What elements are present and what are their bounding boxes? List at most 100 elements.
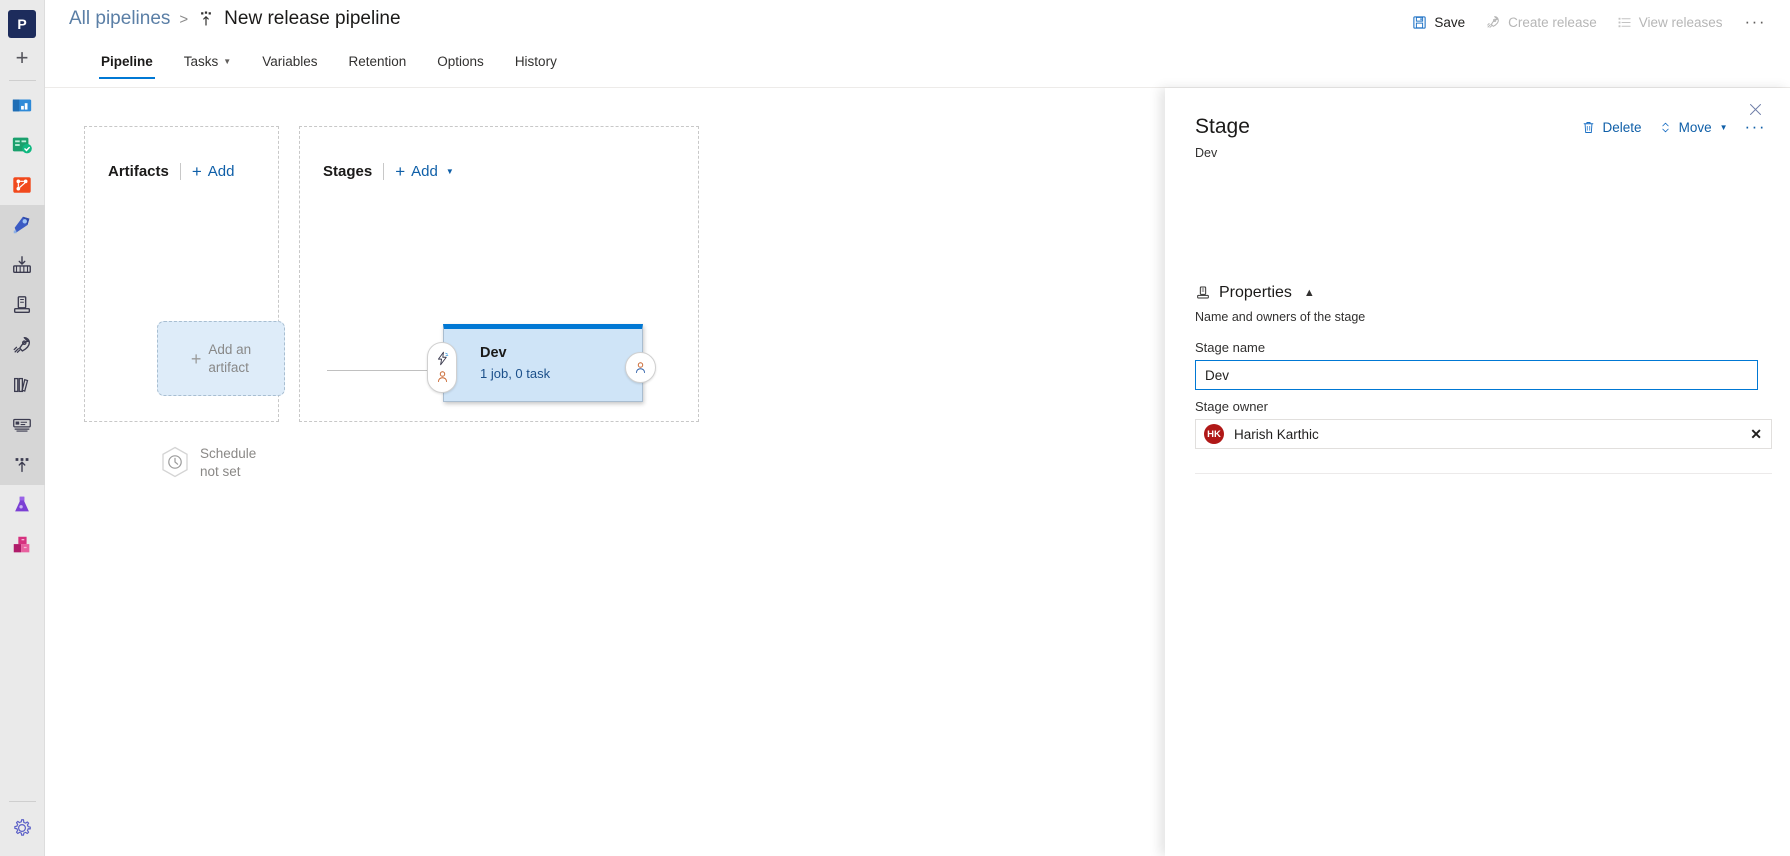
sidebar-item-pipelines[interactable] [0,205,45,245]
panel-actions: Delete Move ▼ ··· [1581,117,1766,137]
move-updown-icon [1661,122,1669,132]
sidebar-item-deployment-pools[interactable] [0,445,45,485]
move-stage-button[interactable]: Move ▼ [1659,120,1728,135]
tab-options-label: Options [437,54,484,69]
pre-deployment-conditions-button[interactable] [427,342,457,393]
breadcrumb-separator: > [179,10,189,28]
releases-icon [13,296,31,314]
schedule-trigger-button[interactable]: Schedule not set [160,445,256,480]
rail-bottom-divider [8,801,36,802]
chevron-down-icon: ▼ [1719,122,1728,132]
sidebar-item-deployment-groups[interactable] [0,325,45,365]
overview-icon [12,99,32,112]
stage-card-dev[interactable]: Dev 1 job, 0 task [443,324,643,402]
tab-history-label: History [514,54,557,69]
artifact-stage-connector [327,370,437,371]
sidebar-item-boards[interactable] [0,125,45,165]
library-icon [14,377,29,393]
project-avatar[interactable]: P [8,10,36,38]
left-nav-rail: P + [0,0,45,856]
tab-retention[interactable]: Retention [346,50,408,79]
panel-section-divider [1195,473,1772,474]
artifacts-header-divider [179,163,181,180]
new-item-button[interactable]: + [0,38,45,78]
sidebar-item-overview[interactable] [0,85,45,125]
artifacts-title: Artifacts [108,163,169,180]
plus-icon: + [395,162,406,181]
properties-section-header[interactable]: Properties ▲ [1195,284,1315,302]
add-an-artifact-tile[interactable]: + Add an artifact [157,321,285,396]
create-release-label: Create release [1508,14,1597,30]
environments-icon [13,256,31,274]
schedule-line2: not set [200,463,241,479]
breadcrumb-all-pipelines[interactable]: All pipelines [69,8,170,30]
post-deployment-conditions-button[interactable] [625,352,656,383]
sidebar-item-test-plans[interactable] [0,485,45,525]
tab-options[interactable]: Options [435,50,486,79]
move-stage-label: Move [1678,119,1712,135]
rocket-icon [1487,16,1500,28]
tab-tasks[interactable]: Tasks ▼ [182,50,233,79]
add-artifact-label: Add [207,163,235,180]
tab-history[interactable]: History [513,50,559,79]
add-artifact-line1: Add an [208,341,252,357]
sidebar-item-task-groups[interactable] [0,405,45,445]
artifacts-icon [13,536,30,553]
properties-description: Name and owners of the stage [1195,310,1366,324]
page-header: All pipelines > New release pipeline Pip… [45,0,1790,88]
plus-icon: + [191,162,202,181]
properties-heading: Properties [1219,284,1292,301]
tab-tasks-label: Tasks [183,54,219,69]
delete-stage-button[interactable]: Delete [1581,120,1642,135]
clear-owner-button[interactable]: ✕ [1750,426,1762,443]
chevron-down-icon: ▼ [445,167,454,176]
add-stage-button[interactable]: + Add ▼ [395,163,454,180]
create-release-button[interactable]: Create release [1485,14,1597,30]
person-icon [437,371,447,382]
deployment-pools-icon [15,458,29,473]
sidebar-item-library[interactable] [0,365,45,405]
view-releases-button[interactable]: View releases [1617,15,1723,30]
tab-retention-label: Retention [348,54,407,69]
task-groups-icon [13,418,31,432]
release-pipeline-icon [201,11,212,26]
view-releases-label: View releases [1638,14,1723,30]
sidebar-item-project-settings[interactable] [0,808,45,848]
stage-card-summary: 1 job, 0 task [480,366,551,381]
tab-variables-label: Variables [262,54,318,69]
tab-variables[interactable]: Variables [260,50,319,79]
sidebar-item-repos[interactable] [0,165,45,205]
rocket-icon [13,336,31,353]
artifacts-header: Artifacts + Add [108,163,235,180]
stage-owner-label: Stage owner [1195,399,1268,414]
panel-overflow-button[interactable]: ··· [1745,117,1766,137]
list-icon [1618,17,1631,27]
add-an-artifact-label: Add an artifact [208,341,251,376]
save-button[interactable]: Save [1412,15,1465,30]
chevron-down-icon: ▼ [223,57,232,66]
avatar: HK [1204,424,1224,444]
delete-stage-label: Delete [1602,119,1642,135]
trash-icon [1583,121,1593,133]
panel-title: Stage [1195,115,1250,138]
stage-owner-field[interactable]: HK Harish Karthic ✕ [1195,419,1772,449]
tab-pipeline[interactable]: Pipeline [99,50,155,79]
stage-name-input[interactable] [1195,360,1758,390]
rail-divider [8,80,36,81]
release-pipeline-editor: P + All pipelines > New release pipeline… [0,0,1790,856]
save-label: Save [1434,14,1466,30]
header-overflow-button[interactable]: ··· [1743,12,1768,32]
add-artifact-line2: artifact [208,359,249,375]
stage-details-panel: Stage Dev Delete Move ▼ ··· Properties ▲… [1165,88,1790,856]
sidebar-item-environments[interactable] [0,245,45,285]
add-stage-label: Add [411,163,438,180]
add-artifact-button[interactable]: + Add [192,163,235,180]
pipelines-icon [13,216,30,234]
sidebar-item-artifacts[interactable] [0,525,45,565]
plus-icon: + [190,348,202,369]
plus-icon: + [15,45,29,70]
gear-icon [14,819,31,836]
sidebar-item-releases[interactable] [0,285,45,325]
properties-icon [1197,286,1209,299]
stage-name-label: Stage name [1195,340,1266,355]
